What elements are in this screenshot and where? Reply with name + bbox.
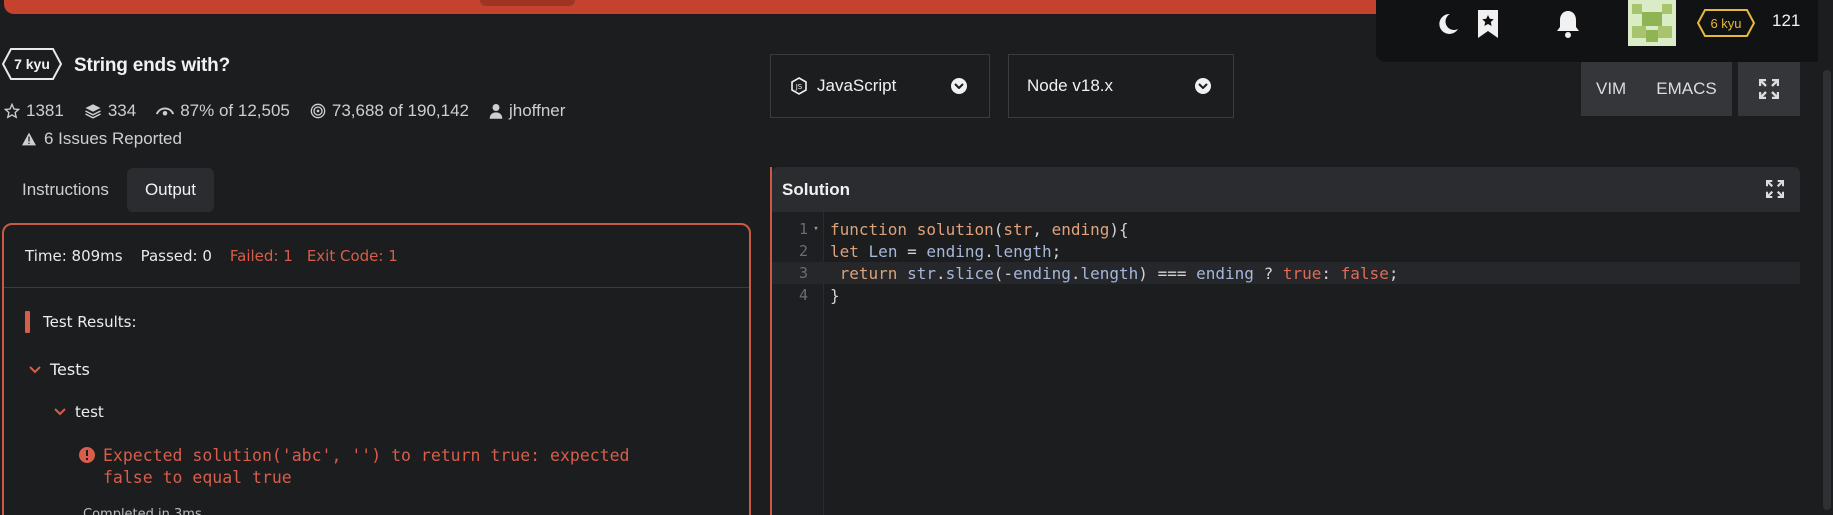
editor-header: Solution bbox=[772, 167, 1800, 212]
bookmark-icon[interactable] bbox=[1474, 8, 1502, 40]
satisfaction-stat: 87% of 12,505 bbox=[156, 101, 290, 121]
passed-count: Passed: 0 bbox=[140, 247, 212, 265]
page-scrollbar-thumb[interactable] bbox=[1823, 70, 1831, 510]
emacs-mode-button[interactable]: EMACS bbox=[1641, 62, 1731, 116]
completions-stat: 73,688 of 190,142 bbox=[310, 101, 469, 121]
layers-icon bbox=[84, 104, 101, 119]
code-line[interactable]: 1 ▾ function solution(str, ending){ bbox=[772, 218, 1800, 240]
exit-code: Exit Code: 1 bbox=[306, 247, 398, 265]
rank-badge[interactable]: 6 kyu bbox=[1696, 9, 1756, 37]
collections-count: 334 bbox=[107, 101, 137, 120]
avatar[interactable] bbox=[1628, 0, 1676, 46]
language-value: JavaScript bbox=[817, 76, 897, 95]
moon-icon[interactable] bbox=[1434, 10, 1462, 38]
run-time: Time: 809ms bbox=[25, 247, 123, 265]
runtime-value: Node v18.x bbox=[1027, 76, 1113, 95]
honor-count[interactable]: 121 bbox=[1772, 11, 1800, 31]
fullscreen-button[interactable] bbox=[1738, 62, 1800, 116]
issues-link[interactable]: 6 Issues Reported bbox=[21, 129, 182, 149]
error-line-1: Expected solution('abc', '') to return t… bbox=[103, 446, 630, 465]
completed-of: of bbox=[388, 101, 403, 120]
author-stat[interactable]: jhoffner bbox=[489, 101, 565, 121]
output-panel: Time: 809ms Passed: 0 Failed: 1 Exit Cod… bbox=[2, 223, 751, 515]
bell-icon[interactable] bbox=[1552, 8, 1584, 40]
error-line-2: false to equal true bbox=[103, 468, 292, 487]
chevron-down-icon bbox=[1195, 78, 1211, 94]
attempts-count: 190,142 bbox=[407, 101, 469, 120]
error-message: Expected solution('abc', '') to return t… bbox=[103, 445, 723, 489]
stars-count: 1381 bbox=[26, 101, 64, 120]
fold-arrow-icon[interactable]: ▾ bbox=[808, 224, 824, 234]
chevron-down-icon bbox=[54, 405, 66, 419]
editor-title: Solution bbox=[782, 179, 850, 199]
code-line[interactable]: 2 let Len = ending.length; bbox=[772, 240, 1800, 262]
satisfaction-pct: 87% bbox=[180, 101, 215, 120]
svg-text:JS: JS bbox=[795, 83, 803, 91]
code-line-1: function solution(str, ending){ bbox=[830, 219, 1129, 239]
vim-mode-button[interactable]: VIM bbox=[1581, 62, 1641, 116]
test-item-label: test bbox=[75, 403, 104, 421]
line-number: 1 bbox=[798, 220, 808, 238]
kyu-badge: 7 kyu bbox=[1, 48, 63, 80]
rank-label: 6 kyu bbox=[1710, 15, 1742, 31]
issues-text: 6 Issues Reported bbox=[44, 129, 182, 148]
nodejs-icon: JS bbox=[791, 77, 807, 95]
panel-tabs: Instructions Output bbox=[4, 168, 214, 212]
collections-stat: 334 bbox=[84, 101, 136, 121]
test-item[interactable]: test bbox=[54, 403, 104, 421]
code-body[interactable]: 1 ▾ function solution(str, ending){ 2 le… bbox=[772, 212, 1800, 515]
results-marker bbox=[25, 311, 30, 333]
failed-count: Failed: 1 bbox=[229, 247, 293, 265]
satisfaction-votes: 12,505 bbox=[237, 101, 290, 120]
tab-output[interactable]: Output bbox=[126, 168, 214, 212]
test-results-heading: Test Results: bbox=[25, 311, 137, 333]
expand-icon[interactable] bbox=[1765, 179, 1785, 203]
satisfaction-of: of bbox=[218, 101, 234, 120]
code-line-4: } bbox=[830, 285, 840, 305]
code-line-3: return str.slice(-ending.length) === end… bbox=[839, 263, 1399, 283]
test-failure: Expected solution('abc', '') to return t… bbox=[79, 445, 723, 489]
code-line-2: let Len = ending.length; bbox=[830, 241, 1062, 261]
chevron-down-icon bbox=[951, 78, 967, 94]
target-icon bbox=[310, 103, 326, 119]
line-number: 4 bbox=[798, 286, 808, 304]
author-name: jhoffner bbox=[509, 101, 566, 120]
completed-time: Completed in 3ms bbox=[83, 507, 202, 515]
kyu-label: 7 kyu bbox=[14, 56, 50, 72]
kata-title: String ends with? bbox=[74, 55, 230, 76]
chevron-down-icon bbox=[29, 363, 41, 377]
top-banner-tab[interactable] bbox=[480, 0, 575, 6]
code-line-active[interactable]: 3 return str.slice(-ending.length) === e… bbox=[772, 262, 1800, 284]
completed-count: 73,688 bbox=[331, 101, 384, 120]
line-number: 3 bbox=[798, 264, 808, 282]
kata-stats: 1381 334 87% of 12,505 73,688 of 190,142… bbox=[4, 101, 585, 121]
results-title-text: Test Results: bbox=[43, 313, 137, 331]
keybinding-modes: VIM EMACS bbox=[1581, 62, 1732, 116]
tests-group-label: Tests bbox=[50, 360, 90, 379]
runtime-select[interactable]: Node v18.x bbox=[1008, 54, 1234, 118]
language-select[interactable]: JS JavaScript bbox=[770, 54, 990, 118]
error-icon bbox=[79, 447, 95, 489]
expand-icon bbox=[1759, 79, 1779, 99]
star-icon bbox=[4, 103, 20, 119]
warning-icon bbox=[22, 132, 36, 146]
tests-group[interactable]: Tests bbox=[29, 360, 90, 379]
user-icon bbox=[489, 104, 503, 119]
line-number: 2 bbox=[798, 242, 808, 260]
eye-icon bbox=[156, 107, 175, 116]
code-editor[interactable]: Solution 1 ▾ function solution(str, endi… bbox=[770, 167, 1800, 515]
output-summary: Time: 809ms Passed: 0 Failed: 1 Exit Cod… bbox=[4, 225, 749, 288]
stars-stat[interactable]: 1381 bbox=[4, 101, 64, 121]
code-line[interactable]: 4 } bbox=[772, 284, 1800, 306]
tab-instructions[interactable]: Instructions bbox=[4, 168, 127, 212]
top-banner bbox=[4, 0, 1424, 14]
